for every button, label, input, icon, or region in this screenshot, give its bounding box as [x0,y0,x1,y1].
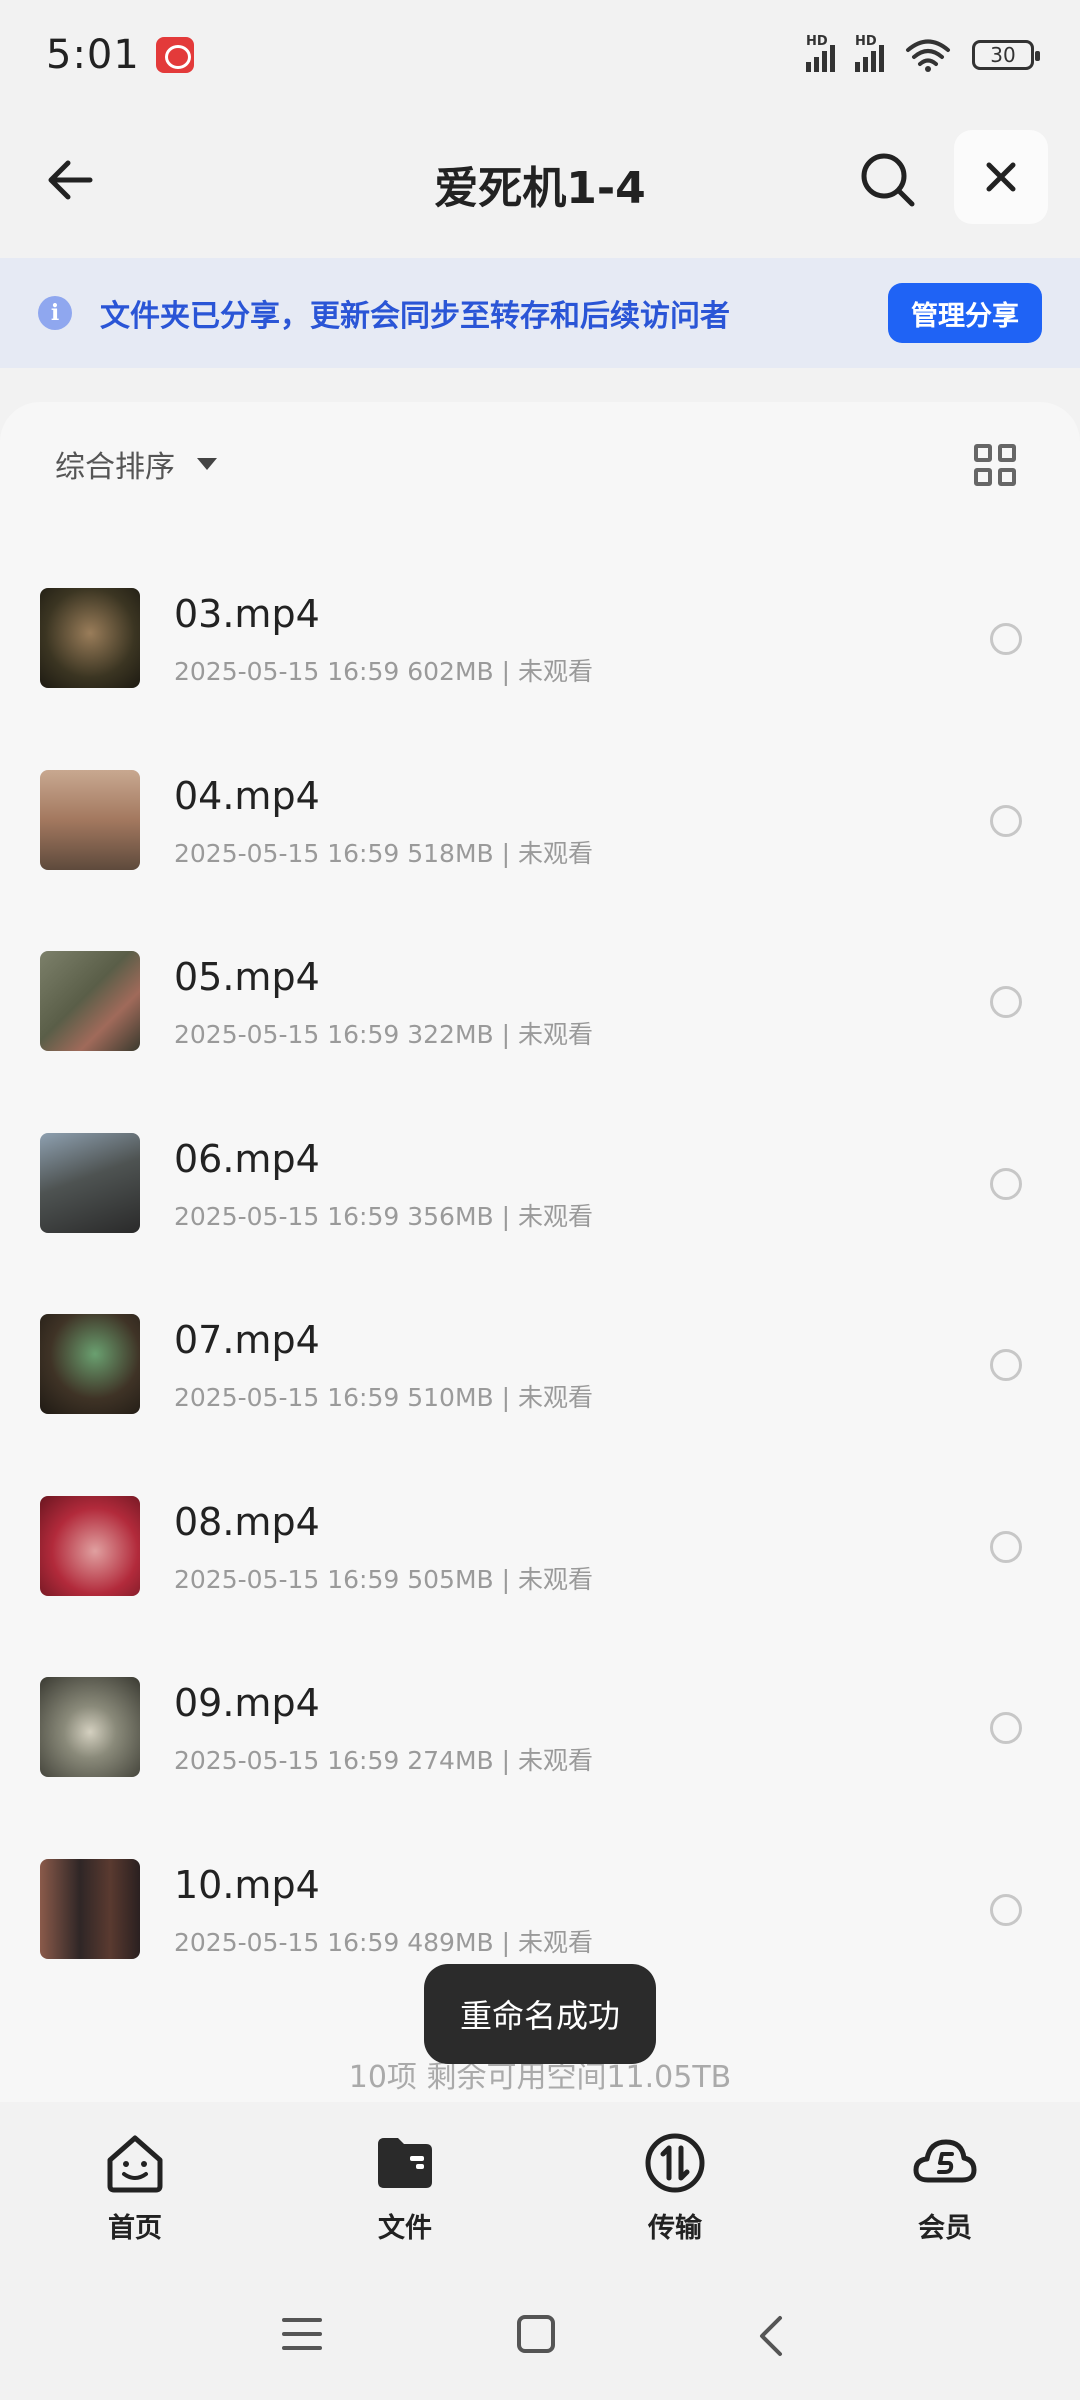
search-icon[interactable] [856,148,920,212]
sort-dropdown[interactable]: 综合排序 [55,442,217,486]
file-meta: 2025-05-15 16:59 505MB | 未观看 [174,1564,593,1594]
video-thumbnail [40,588,140,688]
share-banner-text: 文件夹已分享，更新会同步至转存和后续访问者 [100,299,730,334]
toast-message: 重命名成功 [424,1964,656,2064]
file-row[interactable]: 08.mp4 2025-05-15 16:59 505MB | 未观看 [0,1470,1080,1652]
video-thumbnail [40,1314,140,1414]
select-radio[interactable] [990,1712,1022,1744]
home-smile-icon [107,2135,163,2193]
share-banner: i 文件夹已分享，更新会同步至转存和后续访问者 管理分享 [0,258,1080,368]
file-meta: 2025-05-15 16:59 322MB | 未观看 [174,1020,593,1049]
select-radio[interactable] [990,1530,1022,1563]
grid-view-icon[interactable] [974,444,1016,486]
file-row[interactable]: 04.mp4 2025-05-15 16:59 518MB | 未观看 [0,744,1080,926]
select-radio[interactable] [990,1167,1022,1200]
info-icon: i [38,296,72,330]
system-nav-bar [0,2300,1080,2370]
bottom-nav: 首页 文件 传输 会员 [0,2130,1080,2270]
close-icon [986,162,1016,192]
header: 爱死机1-4 [0,130,1080,230]
select-radio[interactable] [990,986,1022,1018]
video-thumbnail [40,1858,140,1959]
file-meta: 2025-05-15 16:59 489MB | 未观看 [174,1927,593,1957]
signal-icon: HD [806,34,835,72]
nav-item-home[interactable]: 首页 [0,2130,270,2270]
notification-app-icon [155,37,194,73]
nav-item-files[interactable]: 文件 [270,2130,540,2270]
video-thumbnail [40,769,140,870]
video-thumbnail [40,1495,140,1596]
select-radio[interactable] [990,623,1022,655]
nav-label-vip: 会员 [918,2213,972,2244]
status-time: 5:01 [46,32,140,78]
file-row[interactable]: 03.mp4 2025-05-15 16:59 602MB | 未观看 [0,562,1080,744]
status-bar: 5:01 HD HD 30 [0,0,1080,110]
select-radio[interactable] [990,804,1022,837]
file-name: 04.mp4 [174,773,320,818]
battery-level: 30 [990,43,1016,67]
file-meta: 2025-05-15 16:59 356MB | 未观看 [174,1201,593,1231]
close-button[interactable] [954,130,1048,224]
nav-item-transfer[interactable]: 传输 [540,2130,810,2270]
battery-icon: 30 [972,40,1040,70]
file-name: 09.mp4 [174,1681,320,1725]
file-meta: 2025-05-15 16:59 510MB | 未观看 [174,1383,593,1412]
select-radio[interactable] [990,1349,1022,1381]
video-thumbnail [40,1132,140,1233]
back-chevron-icon[interactable] [754,2314,786,2358]
signal-hd-label: HD [806,34,828,49]
chevron-down-icon [197,458,217,470]
file-row[interactable]: 06.mp4 2025-05-15 16:59 356MB | 未观看 [0,1107,1080,1289]
file-list: 03.mp4 2025-05-15 16:59 602MB | 未观看 04.m… [0,562,1080,2014]
transfer-icon [645,2133,705,2193]
vip-cloud-icon [913,2139,977,2183]
video-thumbnail [40,951,140,1051]
file-name: 10.mp4 [174,1862,320,1907]
nav-label-home: 首页 [108,2213,162,2244]
file-meta: 2025-05-15 16:59 518MB | 未观看 [174,838,593,868]
file-meta: 2025-05-15 16:59 274MB | 未观看 [174,1746,593,1775]
sort-label: 综合排序 [55,450,175,485]
nav-label-transfer: 传输 [648,2213,702,2244]
file-row[interactable]: 09.mp4 2025-05-15 16:59 274MB | 未观看 [0,1651,1080,1833]
nav-item-vip[interactable]: 会员 [810,2130,1080,2270]
nav-label-files: 文件 [378,2213,432,2244]
file-name: 07.mp4 [174,1318,320,1362]
menu-icon[interactable] [280,2314,324,2354]
file-list-card: 综合排序 03.mp4 2025-05-15 16:59 602MB | 未观看… [0,402,1080,2102]
home-square-icon[interactable] [516,2314,556,2354]
select-radio[interactable] [990,1893,1022,1926]
file-row[interactable]: 05.mp4 2025-05-15 16:59 322MB | 未观看 [0,925,1080,1107]
file-meta: 2025-05-15 16:59 602MB | 未观看 [174,657,593,686]
video-thumbnail [40,1677,140,1777]
signal-hd-label-2: HD [855,34,877,49]
folder-icon [378,2138,432,2188]
file-name: 05.mp4 [174,955,320,999]
file-row[interactable]: 07.mp4 2025-05-15 16:59 510MB | 未观看 [0,1288,1080,1470]
file-name: 06.mp4 [174,1136,320,1181]
file-name: 08.mp4 [174,1499,320,1544]
signal-icon-2: HD [855,34,884,72]
file-name: 03.mp4 [174,592,320,636]
manage-share-button[interactable]: 管理分享 [888,283,1042,343]
wifi-icon [906,39,950,72]
